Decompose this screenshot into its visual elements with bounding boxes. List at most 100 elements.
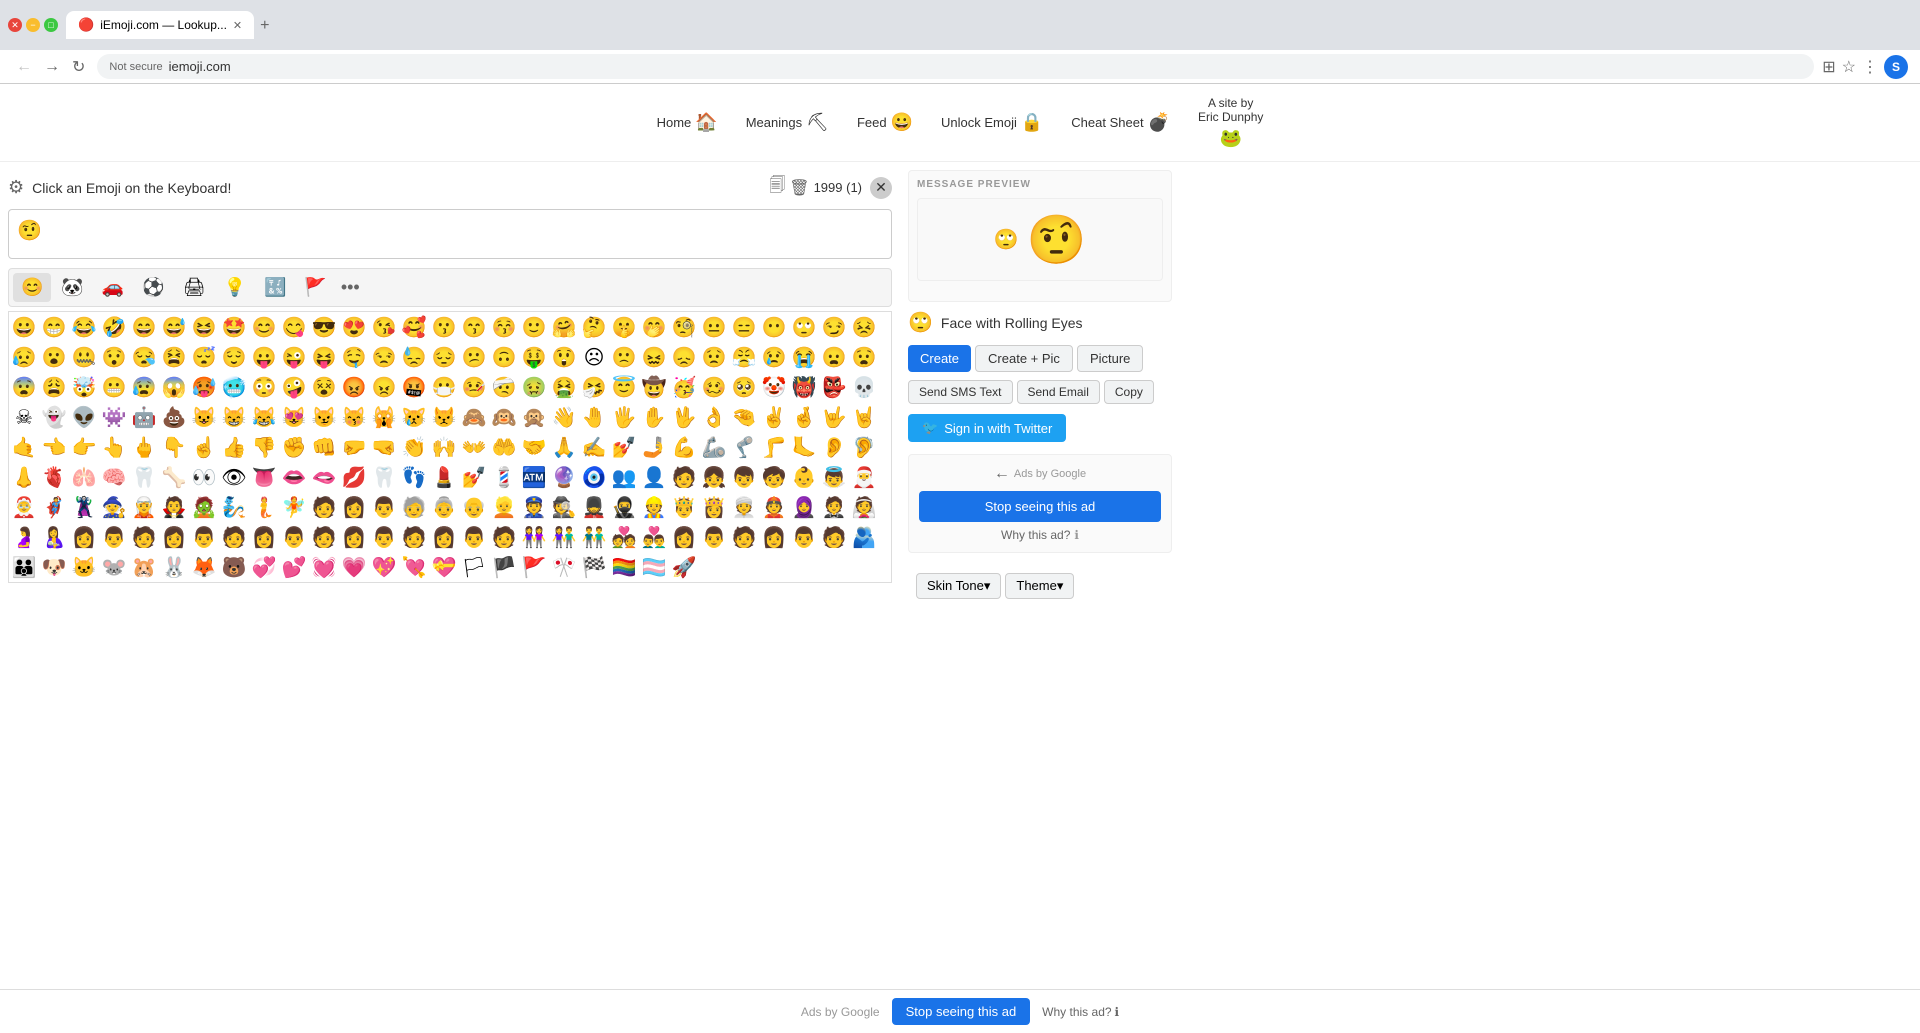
- emoji-cell[interactable]: 💅: [459, 462, 489, 492]
- emoji-cell[interactable]: 🧑: [309, 492, 339, 522]
- emoji-cell[interactable]: 🤑: [519, 342, 549, 372]
- emoji-cell[interactable]: 🦷: [369, 462, 399, 492]
- emoji-cell[interactable]: 😟: [699, 342, 729, 372]
- emoji-cell[interactable]: 👥: [609, 462, 639, 492]
- emoji-cell[interactable]: 💪: [669, 432, 699, 462]
- emoji-cell[interactable]: 🤗: [549, 312, 579, 342]
- emoji-cell[interactable]: 😩: [39, 372, 69, 402]
- emoji-cell[interactable]: 🧜: [249, 492, 279, 522]
- emoji-cell[interactable]: 🤐: [69, 342, 99, 372]
- emoji-cell[interactable]: 😹: [249, 402, 279, 432]
- emoji-cell[interactable]: ✌: [759, 402, 789, 432]
- emoji-cell[interactable]: 😕: [459, 342, 489, 372]
- emoji-cell[interactable]: 🙁: [609, 342, 639, 372]
- new-tab-button[interactable]: +: [256, 13, 273, 39]
- emoji-cell[interactable]: 👫: [549, 522, 579, 552]
- emoji-cell[interactable]: 🤧: [579, 372, 609, 402]
- emoji-cell[interactable]: 👮: [519, 492, 549, 522]
- emoji-cell[interactable]: 👰: [849, 492, 879, 522]
- window-close-btn[interactable]: ✕: [8, 18, 22, 32]
- emoji-cell[interactable]: 😰: [129, 372, 159, 402]
- emoji-cell[interactable]: 🫂: [849, 522, 879, 552]
- emoji-cell[interactable]: 👂: [819, 432, 849, 462]
- back-button[interactable]: ←: [12, 54, 36, 80]
- emoji-cell[interactable]: 💘: [399, 552, 429, 582]
- emoji-cell[interactable]: 👭: [519, 522, 549, 552]
- emoji-cell[interactable]: 💖: [369, 552, 399, 582]
- emoji-cell[interactable]: 🐶: [39, 552, 69, 582]
- emoji-cell[interactable]: 🦻: [849, 432, 879, 462]
- emoji-cell[interactable]: 😴: [189, 342, 219, 372]
- emoji-cell[interactable]: 🧒: [759, 462, 789, 492]
- emoji-cell[interactable]: 🚀: [669, 552, 699, 582]
- emoji-cell[interactable]: 🙂: [519, 312, 549, 342]
- emoji-cell[interactable]: 🧑: [129, 522, 159, 552]
- emoji-cell[interactable]: 🧙: [99, 492, 129, 522]
- emoji-cell[interactable]: 😑: [729, 312, 759, 342]
- emoji-cell[interactable]: 🙏: [549, 432, 579, 462]
- emoji-cell[interactable]: 🧑: [399, 522, 429, 552]
- cat-tab-flags[interactable]: 🚩: [296, 273, 334, 302]
- emoji-cell[interactable]: 👵: [429, 492, 459, 522]
- emoji-cell[interactable]: 🤕: [489, 372, 519, 402]
- emoji-cell[interactable]: 👻: [39, 402, 69, 432]
- delete-tool-btn[interactable]: 🗑: [789, 178, 809, 198]
- emoji-cell[interactable]: 🤤: [339, 342, 369, 372]
- emoji-cell[interactable]: 💝: [429, 552, 459, 582]
- window-minimize-btn[interactable]: −: [26, 18, 40, 32]
- emoji-cell[interactable]: 🧑: [819, 522, 849, 552]
- emoji-cell[interactable]: 🦵: [759, 432, 789, 462]
- emoji-cell[interactable]: 🧑: [669, 462, 699, 492]
- emoji-cell[interactable]: 🏴: [489, 552, 519, 582]
- emoji-cell[interactable]: ☹: [579, 342, 609, 372]
- emoji-cell[interactable]: 🧞: [219, 492, 249, 522]
- emoji-cell[interactable]: 😘: [369, 312, 399, 342]
- emoji-text-area[interactable]: 🤨: [8, 209, 892, 259]
- emoji-cell[interactable]: 🙈: [459, 402, 489, 432]
- emoji-cell[interactable]: 🥷: [609, 492, 639, 522]
- emoji-cell[interactable]: 😜: [279, 342, 309, 372]
- emoji-cell[interactable]: 😱: [159, 372, 189, 402]
- emoji-cell[interactable]: 👲: [759, 492, 789, 522]
- emoji-cell[interactable]: ✊: [279, 432, 309, 462]
- emoji-cell[interactable]: 😓: [399, 342, 429, 372]
- emoji-cell[interactable]: 😐: [699, 312, 729, 342]
- active-tab[interactable]: 🔴 iEmoji.com — Lookup... ✕: [66, 11, 254, 39]
- emoji-cell[interactable]: 😿: [399, 402, 429, 432]
- emoji-cell[interactable]: 🏁: [579, 552, 609, 582]
- emoji-cell[interactable]: 😡: [339, 372, 369, 402]
- stop-seeing-ad-button[interactable]: Stop seeing this ad: [919, 491, 1161, 522]
- emoji-cell[interactable]: 🤲: [489, 432, 519, 462]
- emoji-cell[interactable]: 🤔: [579, 312, 609, 342]
- emoji-cell[interactable]: 💂: [579, 492, 609, 522]
- tab-close-btn[interactable]: ✕: [233, 19, 242, 32]
- emoji-cell[interactable]: 👌: [699, 402, 729, 432]
- emoji-cell[interactable]: 👩: [429, 522, 459, 552]
- emoji-cell[interactable]: 👨: [189, 522, 219, 552]
- emoji-cell[interactable]: 🙌: [429, 432, 459, 462]
- emoji-cell[interactable]: 🤱: [39, 522, 69, 552]
- emoji-cell[interactable]: 🥳: [669, 372, 699, 402]
- emoji-cell[interactable]: 🤫: [609, 312, 639, 342]
- emoji-cell[interactable]: 💞: [249, 552, 279, 582]
- emoji-cell[interactable]: 🖕: [129, 432, 159, 462]
- emoji-cell[interactable]: 👊: [309, 432, 339, 462]
- picture-button[interactable]: Picture: [1077, 345, 1143, 372]
- emoji-cell[interactable]: 👉: [69, 432, 99, 462]
- cat-tab-animals[interactable]: 🐼: [53, 273, 91, 302]
- emoji-cell[interactable]: ☝: [189, 432, 219, 462]
- emoji-cell[interactable]: 👩: [759, 522, 789, 552]
- emoji-cell[interactable]: 😾: [429, 402, 459, 432]
- user-avatar[interactable]: S: [1884, 55, 1908, 79]
- emoji-cell[interactable]: 🤳: [639, 432, 669, 462]
- emoji-cell[interactable]: 😍: [339, 312, 369, 342]
- emoji-cell[interactable]: 💈: [489, 462, 519, 492]
- emoji-cell[interactable]: 🐰: [159, 552, 189, 582]
- nav-feed[interactable]: Feed 😀: [847, 108, 923, 137]
- emoji-cell[interactable]: 😅: [159, 312, 189, 342]
- emoji-cell[interactable]: 🫀: [39, 462, 69, 492]
- emoji-cell[interactable]: 🐻: [219, 552, 249, 582]
- emoji-cell[interactable]: 😸: [219, 402, 249, 432]
- emoji-cell[interactable]: 🏳️‍🌈: [609, 552, 639, 582]
- cat-tab-objects[interactable]: 🖨: [175, 273, 214, 302]
